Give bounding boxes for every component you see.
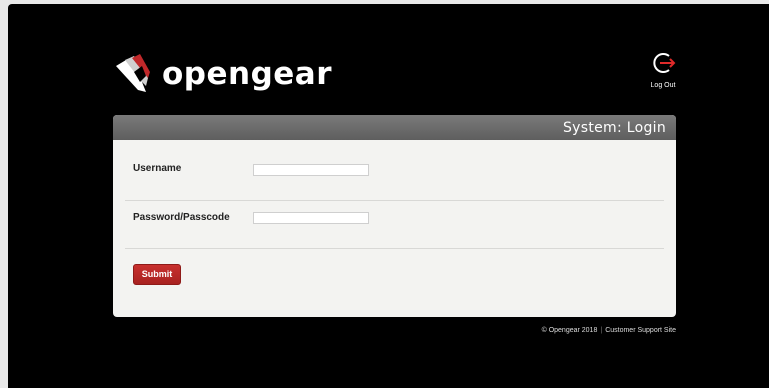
panel-header: System: Login: [113, 115, 676, 140]
footer: © Opengear 2018 | Customer Support Site: [542, 327, 676, 334]
username-field[interactable]: [253, 164, 369, 176]
submit-button[interactable]: Submit: [133, 264, 181, 285]
footer-separator: |: [600, 327, 603, 334]
panel-title: System: Login: [562, 120, 666, 136]
divider: [125, 200, 664, 201]
copyright-text: © Opengear 2018: [541, 327, 598, 334]
password-label: Password/Passcode: [133, 212, 230, 223]
logout-icon: [653, 53, 676, 73]
opengear-logo-icon: [116, 54, 150, 92]
brand-name: opengear: [162, 56, 333, 92]
login-panel: System: Login Username Password/Passcode…: [113, 115, 676, 317]
logout-button[interactable]: Log Out: [644, 50, 682, 89]
logout-label: Log Out: [650, 82, 676, 89]
divider: [125, 248, 664, 249]
password-field[interactable]: [253, 212, 369, 224]
support-link[interactable]: Customer Support Site: [605, 327, 676, 334]
username-label: Username: [133, 163, 182, 174]
brand-logo: opengear: [112, 52, 332, 96]
